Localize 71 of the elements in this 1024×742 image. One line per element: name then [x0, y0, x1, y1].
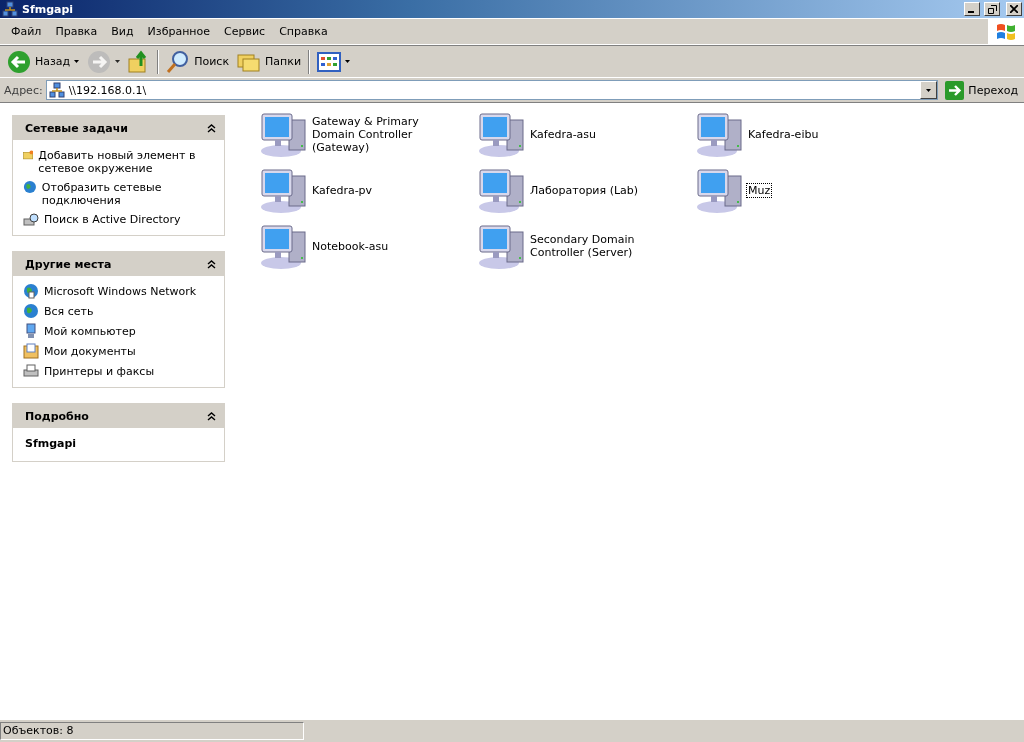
menu-item[interactable]: Сервис — [217, 25, 273, 38]
panel-title: Другие места — [25, 257, 112, 271]
collapse-icon — [207, 411, 216, 421]
panel-header[interactable]: Сетевые задачи — [13, 116, 224, 140]
search-button[interactable]: Поиск — [163, 47, 233, 76]
panel-title: Подробно — [25, 409, 89, 423]
dropdown-caret-icon — [345, 60, 351, 63]
computer-icon — [259, 222, 307, 270]
computer-name[interactable]: Лаборатория (Lab) — [529, 183, 640, 197]
menu-item[interactable]: Правка — [48, 25, 105, 38]
computer-icon — [695, 166, 743, 214]
address-value: \\192.168.0.1\ — [68, 83, 147, 97]
network-icon — [2, 1, 18, 17]
computer-icon — [259, 110, 307, 158]
restore-icon — [987, 4, 997, 14]
panel-header[interactable]: Подробно — [13, 404, 224, 428]
task-link[interactable]: Мои документы — [23, 343, 216, 359]
windows-logo-icon — [995, 21, 1017, 42]
computer-name[interactable]: Kafedra-eibu — [747, 127, 820, 141]
globe-icon — [23, 303, 39, 319]
dropdown-button[interactable] — [920, 81, 938, 99]
task-link[interactable]: Мой компьютер — [23, 323, 216, 339]
collapse-icon — [207, 123, 216, 133]
folders-button[interactable]: Папки — [234, 47, 305, 76]
computer-name[interactable]: Muz — [747, 183, 772, 197]
computer-name[interactable]: Kafedra-asu — [529, 127, 598, 141]
go-button[interactable]: Переход — [941, 80, 1022, 100]
window-title: Sfmgapi — [22, 2, 75, 16]
panel-header[interactable]: Другие места — [13, 252, 224, 276]
dropdown-caret-icon — [74, 60, 80, 63]
details-name: Sfmgapi — [24, 436, 78, 452]
documents-icon — [23, 343, 39, 359]
collapse-icon — [207, 259, 216, 269]
search-icon — [23, 211, 39, 227]
computer-icon — [23, 323, 39, 339]
printer-icon — [23, 363, 39, 379]
globe-icon — [23, 179, 37, 195]
globe-icon — [23, 283, 39, 299]
network-icon — [48, 82, 65, 98]
task-link[interactable]: Добавить новый элемент в сетевое окружение — [23, 147, 216, 175]
dropdown-caret-icon — [115, 60, 121, 63]
task-link[interactable]: Отобразить сетевые подключения — [23, 179, 216, 207]
menu-item[interactable]: Файл — [4, 25, 49, 38]
panel-title: Сетевые задачи — [25, 121, 128, 135]
menu-item[interactable]: Вид — [104, 25, 141, 38]
task-link[interactable]: Вся сеть — [23, 303, 216, 319]
task-link[interactable]: Принтеры и факсы — [23, 363, 216, 379]
close-icon — [1010, 5, 1018, 13]
menu-item[interactable]: Избранное — [140, 25, 218, 38]
task-link[interactable]: Поиск в Active Directory — [23, 211, 216, 227]
computer-name[interactable]: Secondary Domain Controller (Server) — [529, 233, 681, 259]
address-field[interactable]: \\192.168.0.1\ — [45, 80, 939, 100]
computer-name[interactable]: Notebook-asu — [311, 239, 390, 253]
computer-name[interactable]: Kafedra-pv — [311, 183, 374, 197]
computer-icon — [477, 110, 525, 158]
restore-button[interactable] — [984, 2, 1000, 16]
address-label: Адрес: — [4, 83, 43, 97]
computer-icon — [695, 110, 743, 158]
status-text: Объектов: 8 — [0, 722, 304, 740]
back-button[interactable]: Назад — [4, 47, 83, 76]
computer-icon — [259, 166, 307, 214]
minimize-button[interactable] — [964, 2, 980, 16]
menu-item[interactable]: Справка — [272, 25, 335, 38]
computer-icon — [477, 222, 525, 270]
task-link[interactable]: Microsoft Windows Network — [23, 283, 216, 299]
close-button[interactable] — [1006, 2, 1022, 16]
computer-icon — [477, 166, 525, 214]
dropdown-caret-icon — [926, 88, 932, 92]
computer-name[interactable]: Gateway & Primary Domain Controller (Gateway) — [311, 114, 463, 154]
search-icon — [166, 49, 191, 74]
views-icon — [317, 51, 342, 72]
